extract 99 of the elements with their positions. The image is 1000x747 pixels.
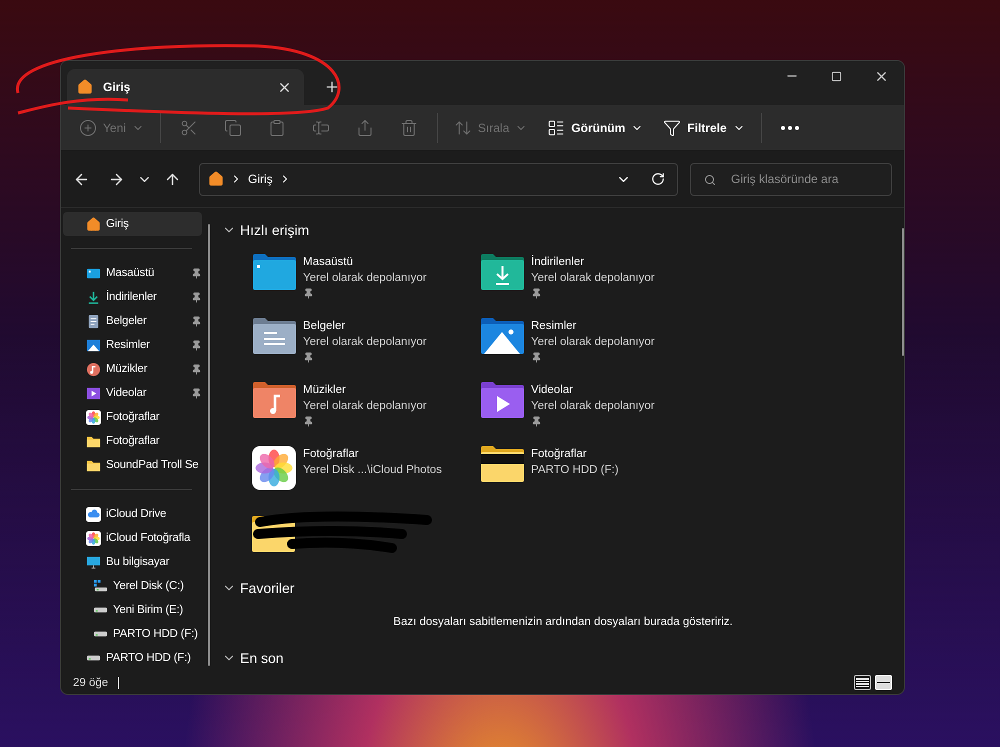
- video-icon: [86, 386, 101, 400]
- sidebar-item[interactable]: Resimler: [63, 333, 202, 357]
- documents-folder-icon: [252, 318, 296, 354]
- sidebar-item[interactable]: iCloud Drive: [63, 502, 202, 526]
- sidebar-item[interactable]: Fotoğraflar: [63, 405, 202, 429]
- drive-icon: [93, 578, 108, 594]
- music-note-icon: [86, 362, 101, 376]
- picture-icon: [86, 338, 101, 352]
- folder-name: Masaüstü: [303, 255, 354, 270]
- folder-name: Fotoğraflar: [531, 447, 588, 462]
- section-header[interactable]: Hızlı erişim: [222, 216, 904, 244]
- folder-location: Yerel olarak depolanıyor: [303, 271, 427, 286]
- flower-icon: [86, 410, 101, 424]
- document-icon: [86, 314, 101, 328]
- add-icon: [79, 118, 97, 136]
- section-title: Favoriler: [240, 580, 294, 596]
- folder-location: Yerel olarak depolanıyor: [531, 399, 655, 414]
- cloud-icon: [86, 506, 101, 522]
- folder-location: Yerel olarak depolanıyor: [303, 399, 427, 414]
- details-view-button[interactable]: [854, 675, 871, 690]
- tiles-view-button[interactable]: [875, 675, 892, 690]
- folder-name: Resimler: [531, 319, 578, 334]
- home-icon: [86, 216, 101, 232]
- sidebar-item[interactable]: Videolar: [63, 381, 202, 405]
- sort-icon: [454, 118, 472, 136]
- more-icon: [780, 126, 799, 130]
- folder-tile[interactable]: Resimler Yerel olarak depolanıyor: [480, 318, 708, 382]
- view-button[interactable]: Görünüm: [539, 110, 652, 144]
- view-list-icon: [547, 118, 566, 136]
- folder-tile[interactable]: Fotoğraflar PARTO HDD (F:): [480, 446, 708, 510]
- music-folder-icon: [252, 382, 296, 418]
- drive-icon: [86, 655, 101, 661]
- folder-name: Belgeler: [303, 319, 346, 334]
- flower-app-icon: [252, 446, 296, 490]
- item-count: 29 öğe: [73, 676, 108, 688]
- sidebar-item[interactable]: Masaüstü: [63, 261, 202, 285]
- sidebar-item[interactable]: SoundPad Troll Se: [63, 453, 202, 477]
- share-icon: [356, 118, 374, 136]
- filter-icon: [663, 118, 682, 136]
- scrollbar[interactable]: [208, 224, 210, 666]
- folder-location: Yerel Disk ...\iCloud Photos: [303, 463, 442, 478]
- rename-icon: [312, 118, 330, 136]
- home-icon: [77, 79, 93, 95]
- sidebar-item[interactable]: Bu bilgisayar: [63, 550, 202, 574]
- maximize-icon: [831, 70, 842, 82]
- desktop-folder-icon: [252, 254, 296, 290]
- sidebar-item[interactable]: Yeni Birim (E:): [63, 598, 202, 622]
- section-title: Hızlı erişim: [240, 222, 310, 238]
- drive-icon: [93, 607, 108, 613]
- folder-tile[interactable]: İndirilenler Yerel olarak depolanıyor: [480, 254, 708, 318]
- address-bar[interactable]: Giriş: [199, 162, 678, 196]
- folder-name: İndirilenler: [531, 254, 586, 270]
- empty-message: Bazı dosyaları sabitlemenizin ardından dosyaları burada gösteririz.: [392, 615, 734, 630]
- folder-tile[interactable]: Müzikler Yerel olarak depolanıyor: [252, 382, 480, 446]
- sidebar-item[interactable]: PARTO HDD (F:): [63, 622, 202, 646]
- folder-name: Müzikler: [303, 383, 347, 398]
- sidebar-item[interactable]: Müzikler: [63, 357, 202, 381]
- home-icon: [208, 171, 224, 187]
- tab-label: Giriş: [103, 80, 132, 94]
- sidebar-item[interactable]: Fotoğraflar: [63, 429, 202, 453]
- section-header[interactable]: En son: [222, 644, 904, 671]
- sidebar-item[interactable]: Giriş: [63, 212, 202, 236]
- breadcrumb[interactable]: Giriş: [248, 172, 273, 186]
- folder-name: Fotoğraflar: [303, 447, 360, 462]
- download-arrow-icon: [86, 290, 101, 304]
- scissors-icon: [180, 118, 198, 136]
- monitor-icon: [86, 554, 101, 570]
- tab[interactable]: Giriş: [67, 69, 304, 105]
- folder-location: Yerel olarak depolanıyor: [303, 335, 427, 350]
- scrollbar[interactable]: [902, 228, 904, 356]
- folder-location: PARTO HDD (F:): [531, 463, 619, 478]
- clipboard-icon: [268, 118, 286, 136]
- videos-folder-icon: [480, 382, 524, 418]
- folder-tile[interactable]: Videolar Yerel olarak depolanıyor: [480, 382, 708, 446]
- section-title: En son: [240, 650, 284, 666]
- filter-button[interactable]: Filtrele: [655, 110, 753, 144]
- refresh-icon[interactable]: [651, 172, 665, 186]
- sidebar-item[interactable]: İndirilenler: [63, 285, 202, 309]
- sidebar-item[interactable]: Belgeler: [63, 309, 202, 333]
- folder-location: Yerel olarak depolanıyor: [531, 335, 655, 350]
- copy-icon: [224, 118, 242, 136]
- sidebar-item[interactable]: Yerel Disk (C:): [63, 574, 202, 598]
- folder-tile[interactable]: Masaüstü Yerel olarak depolanıyor: [252, 254, 480, 318]
- sidebar-item[interactable]: PARTO HDD (F:): [63, 646, 202, 670]
- plus-icon: [324, 79, 340, 95]
- folder-location: Yerel olarak depolanıyor: [531, 271, 655, 286]
- folder-tile[interactable]: Fotoğraflar Yerel Disk ...\iCloud Photos: [252, 446, 480, 510]
- section-header[interactable]: Favoriler: [222, 574, 904, 602]
- pictures-folder-icon: [480, 318, 524, 354]
- flower-icon: [86, 530, 101, 546]
- folder-tile[interactable]: Belgeler Yerel olarak depolanıyor: [252, 318, 480, 382]
- folder-icon: [480, 446, 524, 482]
- downloads-folder-icon: [480, 254, 524, 290]
- search-icon: [704, 174, 716, 186]
- search-field[interactable]: Giriş klasöründe ara: [690, 162, 892, 196]
- sidebar-item[interactable]: iCloud Fotoğrafla: [63, 526, 202, 550]
- trash-icon: [400, 118, 418, 136]
- drive-icon: [93, 631, 108, 637]
- folder-name: Videolar: [531, 383, 574, 398]
